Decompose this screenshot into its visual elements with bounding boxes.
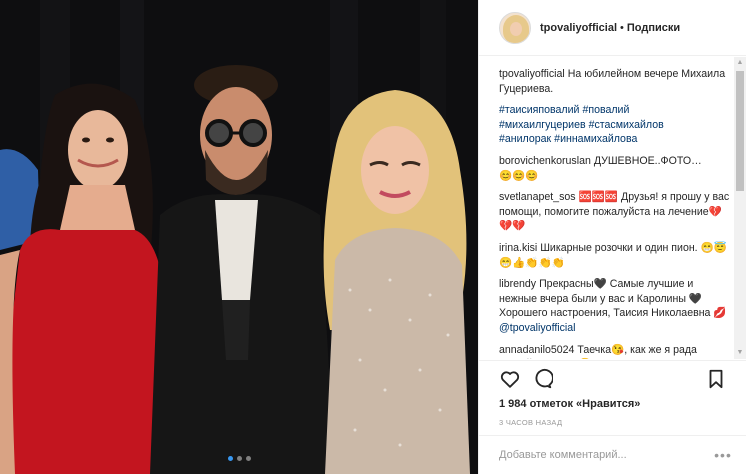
carousel-dot (236, 456, 242, 461)
comment-icon[interactable] (531, 368, 554, 390)
hashtag-link[interactable]: #повалий (582, 104, 629, 116)
more-options-icon[interactable]: ••• (713, 447, 733, 463)
photo-illustration (0, 0, 478, 474)
likes-count[interactable]: 1 984 отметок «Нравится» (499, 398, 640, 410)
scroll-down-arrow-icon[interactable]: ▼ (734, 347, 746, 359)
comment-username[interactable]: librendy (499, 278, 536, 290)
comment-emoji: 😊😊😊 (499, 169, 539, 182)
hashtag-link[interactable]: #таисияповалий (499, 104, 579, 116)
comment-username[interactable]: annadanilo5024 (499, 344, 574, 356)
heart-icon[interactable] (499, 368, 521, 390)
scroll-up-arrow-icon[interactable]: ▲ (734, 57, 746, 69)
comment-text: ДУШЕВНОЕ..ФОТО… (593, 154, 702, 167)
comments-list[interactable]: tpovaliyofficial На юбилейном вечере Мих… (479, 57, 746, 359)
comment-username[interactable]: svetlanapet_sos (499, 191, 576, 203)
header-username[interactable]: tpovaliyofficial (540, 22, 617, 34)
carousel-dot (245, 456, 251, 461)
comment-item: svetlanapet_sos 🆘🆘🆘 Друзья! я прошу у ва… (499, 190, 731, 234)
post-side-panel: tpovaliyofficial • Подписки tpovaliyoffi… (478, 0, 746, 474)
comment-item: borovichenkoruslan ДУШЕВНОЕ..ФОТО… 😊😊😊 (499, 154, 731, 183)
hashtag-link[interactable]: #анилорак (499, 133, 551, 145)
scrollbar-thumb[interactable] (736, 71, 744, 191)
hashtag-link[interactable]: #иннамихайлова (554, 133, 637, 145)
hashtag-link[interactable]: #михаилгуцериев (499, 119, 586, 131)
comment-item: librendy Прекрасны🖤 Самые лучшие и нежны… (499, 277, 731, 335)
comment-item: annadanilo5024 Таечка😘, как же я рада Ва… (499, 343, 731, 360)
header-separator: • (620, 21, 624, 34)
caption-username[interactable]: tpovaliyofficial (499, 68, 565, 80)
carousel-indicator (0, 452, 478, 464)
comment-input[interactable] (499, 449, 713, 461)
bookmark-icon[interactable] (705, 368, 727, 390)
hashtags: #таисияповалий #повалий #михаилгуцериев #с… (499, 103, 731, 147)
comment-mention[interactable]: @tpovaliyofficial (499, 322, 576, 334)
post-photo[interactable] (0, 0, 478, 474)
caption: tpovaliyofficial На юбилейном вечере Мих… (499, 67, 731, 96)
post-actions (479, 360, 746, 396)
hashtag-link[interactable]: #стасмихайлов (589, 119, 664, 131)
carousel-dot (227, 456, 233, 461)
comment-username[interactable]: borovichenkoruslan (499, 155, 591, 167)
post-timestamp: 3 ЧАСОВ НАЗАД (499, 418, 563, 427)
comment-item: irina.kisi Шикарные розочки и один пион.… (499, 241, 731, 270)
comment-text: Шикарные розочки и один пион. (540, 241, 698, 254)
follow-button[interactable]: Подписки (627, 22, 680, 34)
comments-scrollbar[interactable]: ▲ ▼ (734, 57, 746, 359)
avatar[interactable] (499, 11, 531, 44)
comment-username[interactable]: irina.kisi (499, 242, 537, 254)
add-comment-bar: ••• (479, 435, 746, 474)
post-header: tpovaliyofficial • Подписки (479, 0, 746, 56)
